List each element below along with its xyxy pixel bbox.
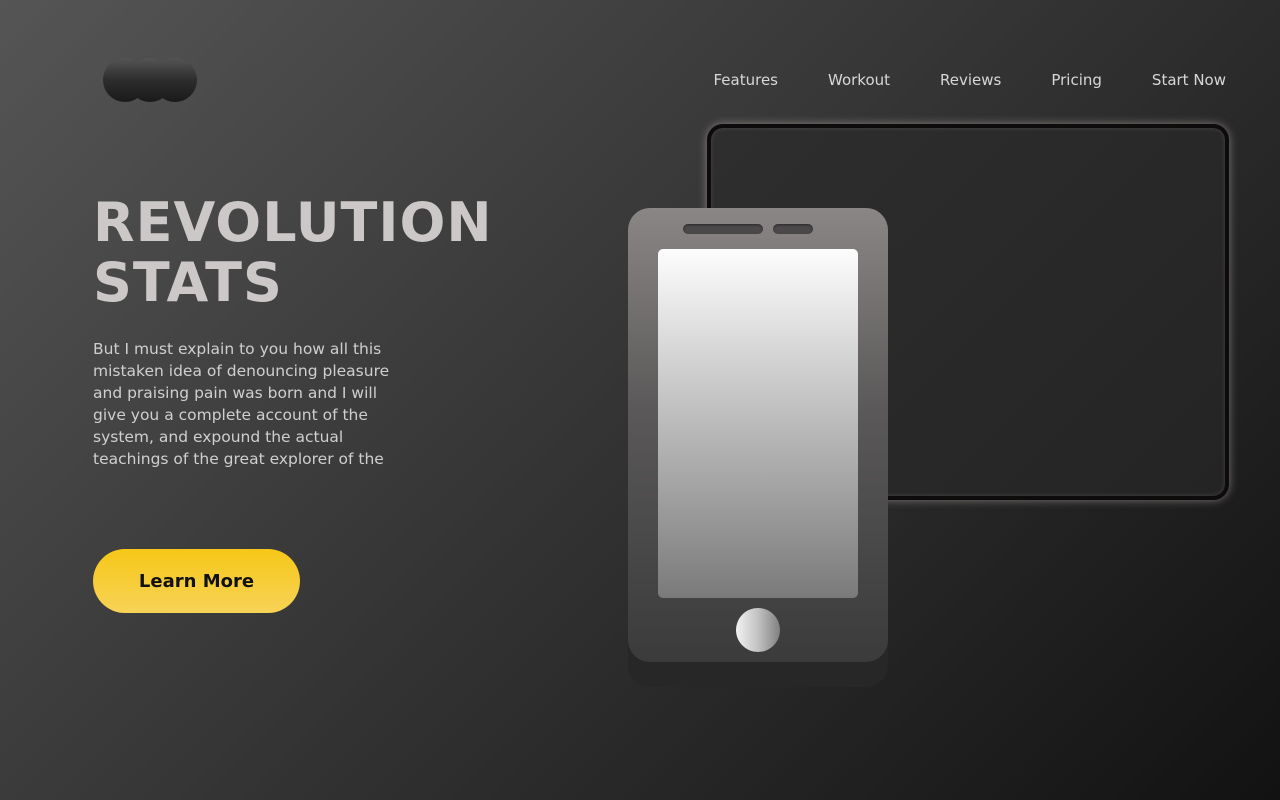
nav-item-workout[interactable]: Workout bbox=[828, 70, 890, 90]
learn-more-button[interactable]: Learn More bbox=[93, 549, 300, 613]
hero-title: REVOLUTION STATS bbox=[93, 193, 493, 313]
phone-speaker-icon bbox=[683, 224, 763, 234]
logo-circle-icon bbox=[153, 58, 197, 102]
hero-title-line-2: STATS bbox=[93, 251, 283, 314]
phone-camera-icon bbox=[773, 224, 813, 234]
phone-screen bbox=[658, 249, 858, 598]
nav-item-pricing[interactable]: Pricing bbox=[1051, 70, 1102, 90]
hero-title-line-1: REVOLUTION bbox=[93, 191, 493, 254]
hero-description: But I must explain to you how all this m… bbox=[93, 340, 390, 468]
nav-item-start-now[interactable]: Start Now bbox=[1152, 70, 1226, 90]
main-nav: Features Workout Reviews Pricing Start N… bbox=[714, 70, 1227, 90]
phone-home-button-icon bbox=[736, 608, 780, 652]
brand-logo[interactable] bbox=[103, 58, 198, 102]
phone-illustration bbox=[628, 208, 888, 662]
nav-item-features[interactable]: Features bbox=[714, 70, 779, 90]
landing-page: Features Workout Reviews Pricing Start N… bbox=[0, 0, 1280, 800]
nav-item-reviews[interactable]: Reviews bbox=[940, 70, 1001, 90]
